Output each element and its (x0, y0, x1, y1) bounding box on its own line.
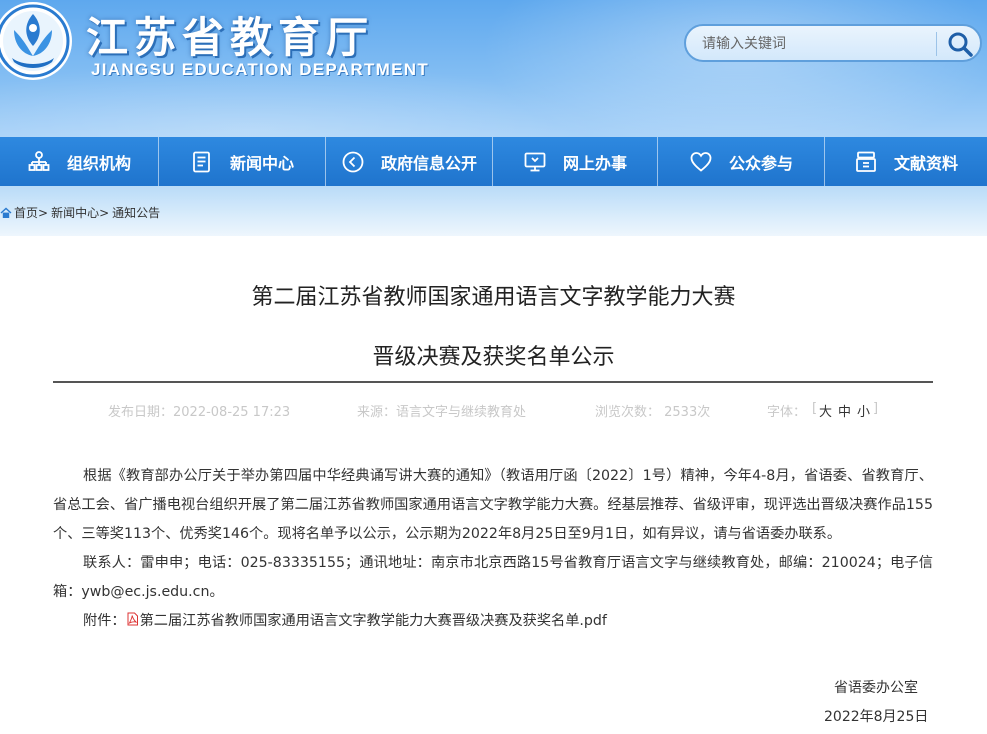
font-size-medium-button[interactable]: 中 (838, 401, 851, 420)
jiangsu-education-emblem-icon[interactable] (0, 0, 74, 82)
breadcrumb-notices[interactable]: 通知公告 (112, 204, 160, 221)
article-title-line2: 晋级决赛及获奖名单公示 (372, 345, 615, 370)
font-size-small-button[interactable]: 小 (857, 401, 870, 420)
font-size-bracket-open: [ (812, 401, 818, 416)
search-divider (936, 32, 937, 56)
search-input[interactable] (702, 32, 922, 56)
signature-org: 省语委办公室 (834, 680, 918, 696)
site-header: 江苏省教育厅 JIANGSU EDUCATION DEPARTMENT (0, 0, 987, 137)
nav-item-news[interactable]: 新闻中心 (159, 137, 326, 186)
nav-item-online-service[interactable]: 网上办事 (493, 137, 658, 186)
contact-paragraph: 联系人：雷申申；电话：025-83335155；通讯地址：南京市北京西路15号省… (53, 555, 933, 600)
nav-label-online-service: 网上办事 (562, 153, 627, 173)
nav-item-documents[interactable]: 文献资料 (825, 137, 987, 186)
view-count: 浏览次数： 2533次 (595, 405, 711, 420)
org-chart-icon (27, 150, 51, 174)
monitor-icon (523, 150, 547, 174)
nav-item-org[interactable]: 组织机构 (0, 137, 159, 186)
article-paragraph: 根据《教育部办公厅关于举办第四届中华经典诵写讲大赛的通知》（教语用厅函〔2022… (53, 468, 933, 542)
signature-date: 2022年8月25日 (824, 709, 929, 725)
pdf-file-icon (127, 612, 138, 626)
attachment-line: 附件： 第二届江苏省教师国家通用语言文字教学能力大赛晋级决赛及获奖名单.pdf (53, 607, 933, 636)
nav-label-news: 新闻中心 (229, 153, 294, 173)
article-body: 根据《教育部办公厅关于举办第四届中华经典诵写讲大赛的通知》（教语用厅函〔2022… (53, 462, 933, 636)
nav-item-open-info[interactable]: 政府信息公开 (326, 137, 493, 186)
article-source: 来源：语言文字与继续教育处 (357, 405, 527, 420)
home-icon (0, 207, 12, 218)
site-subtitle: JIANGSU EDUCATION DEPARTMENT (91, 60, 430, 79)
breadcrumb-separator: > (99, 205, 110, 220)
breadcrumb-band: 首页 > 新闻中心 > 通知公告 (0, 186, 987, 236)
font-size-label: 字体： (767, 405, 807, 420)
breadcrumb-news[interactable]: 新闻中心 (51, 204, 99, 221)
nav-label-participation: 公众参与 (728, 153, 793, 173)
font-size-bracket-close: ] (873, 401, 879, 416)
nav-label-documents: 文献资料 (893, 153, 958, 173)
attachment-link[interactable]: 第二届江苏省教师国家通用语言文字教学能力大赛晋级决赛及获奖名单.pdf (140, 613, 607, 629)
nav-label-org: 组织机构 (66, 153, 131, 173)
article-title-line1: 第二届江苏省教师国家通用语言文字教学能力大赛 (251, 285, 736, 310)
attachment-label: 附件： (83, 613, 126, 629)
search-box (684, 24, 982, 62)
news-document-icon (190, 150, 214, 174)
breadcrumb-home[interactable]: 首页 (14, 204, 38, 221)
open-info-icon (341, 150, 365, 174)
font-size-large-button[interactable]: 大 (819, 401, 832, 420)
nav-label-open-info: 政府信息公开 (380, 153, 477, 173)
main-nav: 组织机构 新闻中心 政府信息公开 网上办事 公众参与 文献资料 (0, 137, 987, 186)
archive-box-icon (854, 150, 878, 174)
heart-icon (689, 150, 713, 174)
nav-item-participation[interactable]: 公众参与 (658, 137, 825, 186)
breadcrumb-separator: > (38, 205, 49, 220)
publish-date: 发布日期：2022-08-25 17:23 (108, 405, 291, 420)
title-divider (53, 381, 933, 383)
search-icon[interactable] (946, 30, 974, 58)
site-title: 江苏省教育厅 (86, 13, 375, 62)
breadcrumb: 首页 > 新闻中心 > 通知公告 (0, 204, 160, 221)
